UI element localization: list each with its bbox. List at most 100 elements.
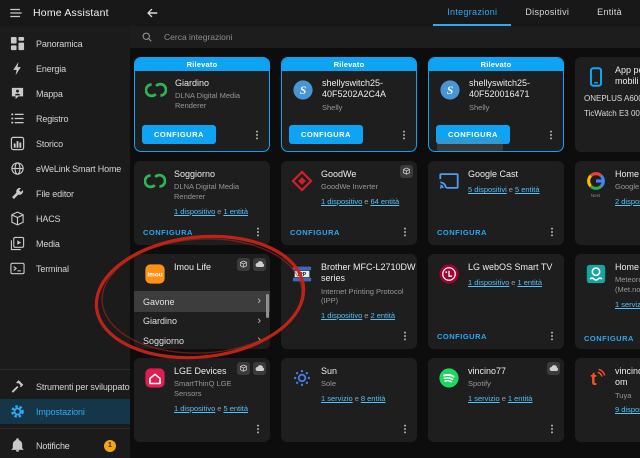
devices-link[interactable]: 1 servizio — [615, 300, 640, 309]
entity-links: 1 servizio — [615, 300, 640, 309]
devices-link[interactable]: 1 dispositivo — [321, 311, 362, 320]
devices-link[interactable]: 1 dispositivo — [468, 278, 509, 287]
chevron-right-icon: › — [257, 295, 261, 308]
card-menu-button[interactable] — [397, 128, 410, 142]
dlna-icon — [143, 169, 166, 192]
tab-entit[interactable]: Entità — [583, 0, 636, 26]
sidebar-item-energia[interactable]: Energia — [0, 56, 130, 81]
sun-icon — [290, 366, 313, 389]
entities-link[interactable]: 1 entità — [508, 394, 533, 403]
card-menu-button[interactable] — [251, 422, 264, 436]
sidebar-item-label: Terminal — [36, 263, 69, 274]
google-cast-icon — [437, 169, 460, 192]
configure-button[interactable]: CONFIGURA — [437, 228, 487, 237]
configure-button[interactable]: CONFIGURA — [289, 125, 363, 144]
sidebar-item-notifiche[interactable]: Notifiche 1 — [0, 433, 130, 458]
dashboard-icon — [10, 36, 25, 51]
brand-caption: Nest — [590, 193, 601, 198]
integration-card-vincino7: t vincino7om Tuya 9 disposit — [575, 358, 640, 442]
card-menu-button[interactable] — [545, 225, 558, 239]
spotify-icon — [437, 366, 460, 389]
tab-integrazioni[interactable]: Integrazioni — [433, 0, 512, 26]
tuya-icon: t — [584, 366, 607, 389]
card-menu-button[interactable] — [544, 128, 557, 142]
discovered-banner: Rilevato — [135, 58, 269, 71]
hamburger-menu-icon[interactable] — [9, 6, 23, 20]
card-menu-button[interactable] — [398, 422, 411, 436]
conjunction-text: e — [508, 185, 513, 195]
dropdown-item-giardino[interactable]: Giardino › — [134, 312, 270, 332]
devices-link[interactable]: 1 dispositivo — [321, 197, 362, 206]
integration-title: Home — [615, 169, 640, 179]
sidebar: Panoramica Energia Mappa Registro Storico eWe… — [0, 26, 130, 458]
sidebar-item-hacs[interactable]: HACS — [0, 206, 130, 231]
integration-title: Soggiorno — [174, 169, 216, 179]
card-menu-button[interactable] — [398, 225, 411, 239]
device-name[interactable]: ONEPLUS A6003 — [584, 94, 640, 103]
device-name[interactable]: TicWatch E3 000 — [584, 109, 640, 118]
package-icon — [237, 362, 250, 375]
dropdown-item-gavone[interactable]: Gavone › — [134, 292, 270, 312]
sidebar-item-registro[interactable]: Registro — [0, 106, 130, 131]
search-input[interactable] — [162, 31, 466, 43]
integration-subtitle: Meteorolo(Met.no) — [615, 275, 640, 294]
sidebar-item-panoramica[interactable]: Panoramica — [0, 31, 130, 56]
dropdown-item-label: Giardino — [143, 316, 178, 327]
entities-link[interactable]: 5 entità — [223, 404, 248, 413]
arrow-left-icon[interactable] — [145, 6, 159, 20]
devices-link[interactable]: 1 servizio — [321, 394, 353, 403]
sidebar-divider — [0, 369, 130, 370]
entity-links: 5 dispositivi e 5 entità — [468, 185, 540, 194]
devices-link[interactable]: 5 dispositivi — [468, 185, 507, 194]
entities-link[interactable]: 5 entità — [515, 185, 540, 194]
entities-link[interactable]: 1 entità — [517, 278, 542, 287]
integration-subtitle: SmartThinQ LGE Sensors — [174, 379, 232, 398]
package-icon — [237, 258, 250, 271]
configure-button[interactable]: CONFIGURA — [142, 125, 216, 144]
globe-icon — [10, 161, 25, 176]
sidebar-item-terminal[interactable]: Terminal — [0, 256, 130, 281]
card-menu-button[interactable] — [545, 329, 558, 343]
sidebar-item-strumenti-per-sviluppatori[interactable]: Strumenti per sviluppatori — [0, 374, 130, 399]
card-menu-button[interactable] — [251, 225, 264, 239]
sidebar-item-impostazioni[interactable]: Impostazioni — [0, 399, 130, 424]
dropdown-scrollbar[interactable] — [265, 294, 269, 318]
goodwe-icon — [290, 169, 313, 192]
sidebar-item-media[interactable]: Media — [0, 231, 130, 256]
configure-button[interactable]: CONFIGURA — [143, 228, 193, 237]
card-menu-button[interactable] — [545, 422, 558, 436]
entities-link[interactable]: 2 entità — [370, 311, 395, 320]
integration-title: shellyswitch25- 40F520016471 — [469, 78, 531, 100]
configure-button[interactable]: CONFIGURA — [290, 228, 340, 237]
devices-link[interactable]: 9 disposit — [615, 405, 640, 414]
devices-link[interactable]: 1 dispositivo — [174, 207, 215, 216]
devices-link[interactable]: 2 dispositi — [615, 197, 640, 206]
card-badges — [547, 362, 560, 375]
integrations-grid: Rilevato Giardino DLNA Digital Media Render… — [134, 57, 640, 442]
conjunction-text: e — [511, 278, 516, 288]
tab-dispositivi[interactable]: Dispositivi — [511, 0, 583, 26]
conjunction-text: e — [354, 394, 359, 403]
sidebar-item-label: eWeLink Smart Home — [36, 163, 122, 174]
sidebar-item-storico[interactable]: Storico — [0, 131, 130, 156]
devices-link[interactable]: 1 dispositivo — [174, 404, 215, 413]
card-menu-button[interactable] — [250, 128, 263, 142]
entities-link[interactable]: 8 entità — [361, 394, 386, 403]
integration-card-home: Nest Home Google Ne 2 dispositi — [575, 161, 640, 245]
integration-card-shellyswitch25: Rilevato Sshellyswitch25- 40F5202A2C4A Shel… — [281, 57, 417, 152]
configure-button[interactable]: CONFIGURA — [584, 334, 634, 343]
cloud-icon — [547, 362, 560, 375]
sidebar-item-mappa[interactable]: Mappa — [0, 81, 130, 106]
search-bar[interactable] — [130, 26, 640, 48]
integration-card-imou-life: imou Imou Life Gavone › Giardino › Soggiorno › — [134, 254, 270, 349]
dropdown-item-soggiorno[interactable]: Soggiorno › — [134, 331, 270, 349]
sidebar-item-ewelink-smart-home[interactable]: eWeLink Smart Home — [0, 156, 130, 181]
history-chart-icon — [10, 136, 25, 151]
entities-link[interactable]: 64 entità — [370, 197, 399, 206]
configure-button[interactable]: CONFIGURA — [437, 332, 487, 341]
sidebar-item-file-editor[interactable]: File editor — [0, 181, 130, 206]
entities-link[interactable]: 1 entità — [223, 207, 248, 216]
card-menu-button[interactable] — [398, 329, 411, 343]
sidebar-item-label: Storico — [36, 138, 63, 149]
devices-link[interactable]: 1 servizio — [468, 394, 500, 403]
